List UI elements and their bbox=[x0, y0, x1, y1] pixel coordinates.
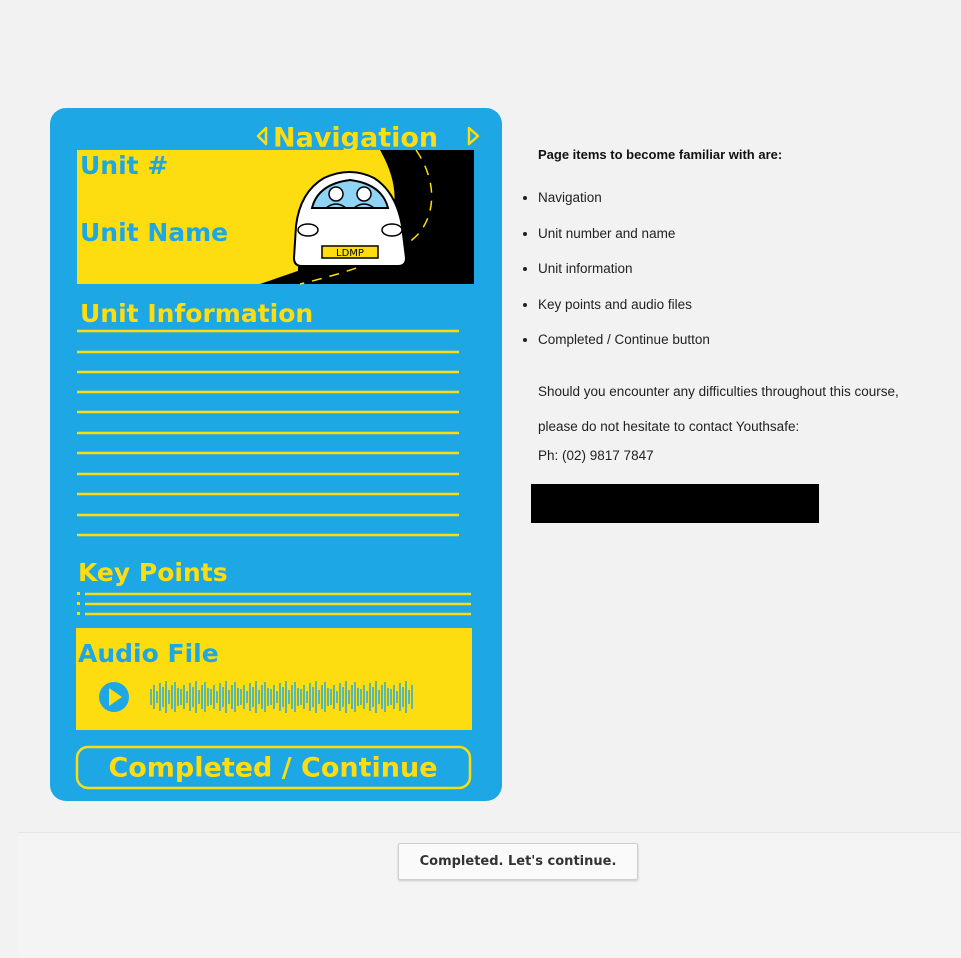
key-points-heading: Key Points bbox=[78, 558, 228, 587]
unit-information-heading: Unit Information bbox=[80, 299, 313, 328]
nav-label: Navigation bbox=[273, 123, 438, 154]
plate-text: LDMP bbox=[336, 248, 364, 259]
info-panel: Page items to become familiar with are: … bbox=[510, 140, 961, 467]
unit-number-label: Unit # bbox=[80, 151, 168, 180]
info-heading: Page items to become familiar with are: bbox=[538, 147, 783, 162]
list-item: Key points and audio files bbox=[538, 287, 961, 323]
unit-name-label: Unit Name bbox=[80, 218, 228, 247]
audio-file-heading: Audio File bbox=[78, 639, 219, 668]
contact-line-1: Should you encounter any difficulties th… bbox=[538, 383, 899, 399]
list-item: Unit number and name bbox=[538, 216, 961, 252]
contact-line-2: please do not hesitate to contact Youths… bbox=[538, 419, 800, 434]
list-item: Completed / Continue button bbox=[538, 322, 961, 358]
unit-panel: Unit # Unit Name LDMP bbox=[77, 149, 474, 285]
list-item: Unit information bbox=[538, 251, 961, 287]
phone-number: Ph: (02) 9817 7847 bbox=[538, 447, 654, 463]
list-item: Navigation bbox=[538, 180, 961, 216]
contact-info: Should you encounter any difficulties th… bbox=[538, 374, 961, 467]
redacted-block bbox=[531, 484, 819, 523]
completed-continue-button[interactable]: Completed. Let's continue. bbox=[398, 843, 638, 880]
completed-continue-illustration: Completed / Continue bbox=[75, 745, 472, 790]
audio-file-section: Audio File bbox=[76, 628, 472, 730]
page-layout-illustration: Navigation Unit # Unit Name LDMP Unit In… bbox=[50, 108, 502, 801]
completed-continue-text: Completed / Continue bbox=[108, 753, 437, 784]
familiar-items-list: Navigation Unit number and name Unit inf… bbox=[510, 180, 961, 358]
